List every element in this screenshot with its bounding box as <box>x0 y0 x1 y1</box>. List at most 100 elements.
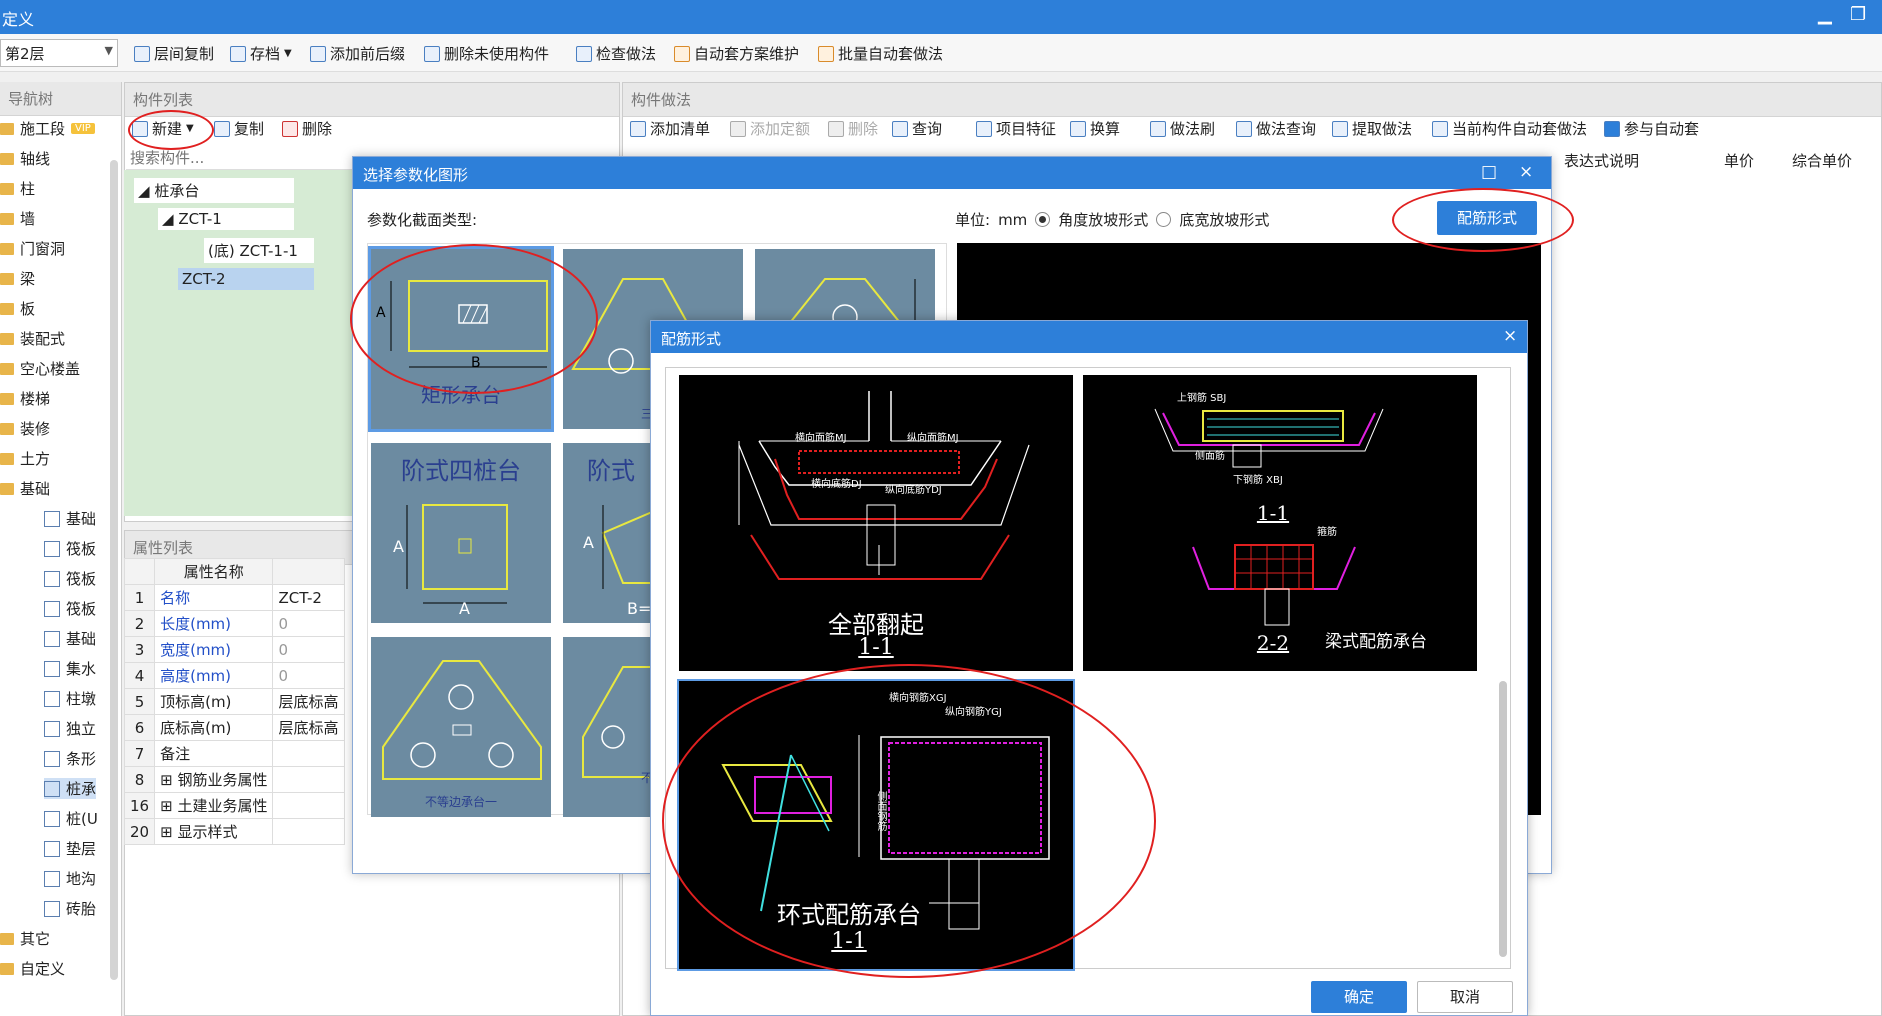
delete-button[interactable]: 删除 <box>828 118 878 139</box>
floor-select[interactable]: 第2层 ▼ <box>0 39 118 67</box>
item-feature-button[interactable]: 项目特征 <box>976 118 1056 139</box>
nav-sub-item-12[interactable]: 地沟 <box>44 868 96 889</box>
nav-item-7[interactable]: 装配式 <box>0 328 65 349</box>
nav-scrollbar[interactable] <box>110 160 118 980</box>
component-search-input[interactable] <box>126 146 356 170</box>
minimize-button[interactable]: ▁ <box>1818 4 1832 25</box>
nav-item-5[interactable]: 梁 <box>0 268 35 289</box>
property-row[interactable]: 3 宽度(mm) 0 <box>123 636 346 663</box>
nav-tail-item-1[interactable]: 自定义 <box>0 958 65 979</box>
tree-node-zct1[interactable]: ◢ ZCT-1 <box>158 208 294 230</box>
width-slope-radio[interactable] <box>1156 212 1172 227</box>
nav-sub-item-4[interactable]: 基础 <box>44 628 96 649</box>
parametric-dialog-header: 选择参数化图形 □ × <box>353 157 1551 189</box>
folder-icon <box>0 482 14 495</box>
tree-node-zct2[interactable]: ZCT-2 <box>178 268 314 290</box>
nav-item-2[interactable]: 柱 <box>0 178 35 199</box>
nav-sub-item-1[interactable]: 筏板 <box>44 538 96 559</box>
nav-item-10[interactable]: 装修 <box>0 418 50 439</box>
current-auto-button[interactable]: 当前构件自动套做法 <box>1432 118 1587 139</box>
nav-sub-item-9[interactable]: 桩承 <box>44 778 97 799</box>
nav-sub-item-7[interactable]: 独立 <box>44 718 96 739</box>
label-stirrup: 箍筋 <box>1317 527 1337 538</box>
nav-sub-item-3[interactable]: 筏板 <box>44 598 96 619</box>
col-composite-price: 综合单价 <box>1792 152 1853 170</box>
property-row[interactable]: 1 名称 ZCT-2 <box>123 584 346 611</box>
thumb-rect-cap[interactable]: A B 矩形承台 <box>368 246 554 432</box>
add-prefix-suffix-button[interactable]: 添加前后缀 <box>310 43 405 64</box>
property-row[interactable]: 6 底标高(m) 层底标高 <box>123 714 346 741</box>
add-quota-button[interactable]: 添加定额 <box>730 118 810 139</box>
property-row[interactable]: 16 ⊞ 土建业务属性 <box>123 792 346 819</box>
thumb-irregular-cap[interactable]: 不等边承台一 <box>371 637 551 817</box>
tree-node-zct1-1[interactable]: (底) ZCT-1-1 <box>204 238 314 263</box>
nav-tail-item-0[interactable]: 其它 <box>0 928 50 949</box>
batch-auto-button[interactable]: 批量自动套做法 <box>818 43 943 64</box>
expand-icon[interactable]: ⊞ <box>160 771 177 789</box>
component-icon <box>44 570 60 587</box>
nav-item-1[interactable]: 轴线 <box>0 148 50 169</box>
nav-sub-item-10[interactable]: 桩(U <box>44 808 98 829</box>
nav-sub-item-6[interactable]: 柱墩 <box>44 688 96 709</box>
copy-component-button[interactable]: 复制 <box>214 118 264 139</box>
thumb-caption: 不等边承台一 <box>424 795 497 809</box>
vertical-scrollbar[interactable] <box>1499 681 1507 957</box>
query-button[interactable]: 查询 <box>892 118 942 139</box>
method-brush-icon <box>1150 120 1166 137</box>
component-tree: ◢ 桩承台 ◢ ZCT-1 (底) ZCT-1-1 ZCT-2 <box>124 170 354 516</box>
close-icon[interactable]: × <box>1503 326 1517 346</box>
property-row[interactable]: 2 长度(mm) 0 <box>123 610 346 637</box>
nav-item-6[interactable]: 板 <box>0 298 35 319</box>
window-title: 定义 <box>2 10 35 29</box>
nav-sub-item-5[interactable]: 集水 <box>44 658 96 679</box>
expand-icon[interactable]: ⊞ <box>160 823 177 841</box>
method-query-button[interactable]: 做法查询 <box>1236 118 1316 139</box>
nav-item-3[interactable]: 墙 <box>0 208 35 229</box>
property-row[interactable]: 8 ⊞ 钢筋业务属性 <box>123 766 346 793</box>
nav-item-11[interactable]: 土方 <box>0 448 50 469</box>
property-row[interactable]: 5 顶标高(m) 层底标高 <box>123 688 346 715</box>
delete-component-button[interactable]: 删除 <box>282 118 332 139</box>
property-row[interactable]: 7 备注 <box>123 740 346 767</box>
nav-sub-item-11[interactable]: 垫层 <box>44 838 96 859</box>
nav-sub-item-8[interactable]: 条形 <box>44 748 96 769</box>
extract-method-button[interactable]: 提取做法 <box>1332 118 1412 139</box>
dim-b: B <box>471 355 481 371</box>
close-icon[interactable]: × <box>1519 162 1533 182</box>
nav-sub-item-2[interactable]: 筏板 <box>44 568 96 589</box>
thumb-stepped-four-pile[interactable]: 阶式四桩台 A A <box>371 443 551 623</box>
convert-button[interactable]: 换算 <box>1070 118 1120 139</box>
restore-button[interactable]: ❐ <box>1850 4 1866 25</box>
rebar-form-button[interactable]: 配筋形式 <box>1437 201 1537 235</box>
expand-icon[interactable]: ⊞ <box>160 797 177 815</box>
property-row[interactable]: 20 ⊞ 显示样式 <box>123 818 346 845</box>
tree-node-pile-cap[interactable]: ◢ 桩承台 <box>134 178 294 203</box>
method-query-icon <box>1236 120 1252 137</box>
angle-slope-radio[interactable] <box>1035 212 1051 227</box>
new-component-button[interactable]: 新建 ▼ <box>132 118 194 139</box>
floor-copy-button[interactable]: 层间复制 <box>134 43 214 64</box>
ok-button[interactable]: 确定 <box>1311 981 1407 1013</box>
delete-unused-button[interactable]: 删除未使用构件 <box>424 43 549 64</box>
nav-item-9[interactable]: 楼梯 <box>0 388 50 409</box>
nav-sub-item-13[interactable]: 砖胎 <box>44 898 96 919</box>
property-row[interactable]: 4 高度(mm) 0 <box>123 662 346 689</box>
nav-item-0[interactable]: 施工段 VIP <box>0 118 95 139</box>
cancel-button[interactable]: 取消 <box>1417 981 1513 1013</box>
nav-item-4[interactable]: 门窗洞 <box>0 238 65 259</box>
check-method-button[interactable]: 检查做法 <box>576 43 656 64</box>
join-auto-button[interactable]: 参与自动套 <box>1604 118 1699 139</box>
auto-scheme-button[interactable]: 自动套方案维护 <box>674 43 799 64</box>
add-list-button[interactable]: 添加清单 <box>630 118 710 139</box>
rebar-option-ring[interactable]: 横向钢筋XGJ 纵向钢筋YGJ 侧面钢筋 环式配筋承台 1-1 <box>677 679 1075 971</box>
archive-button[interactable]: 存档 ▼ <box>230 43 292 64</box>
rebar-option-full-flip[interactable]: 横向面筋MJ 纵向面筋MJ 横向底筋DJ 纵向底筋YDJ 全部翻起 1-1 <box>679 375 1073 671</box>
maximize-icon[interactable]: □ <box>1481 162 1497 182</box>
nav-item-8[interactable]: 空心楼盖 <box>0 358 80 379</box>
checkbox-checked-icon <box>1604 120 1620 137</box>
nav-item-12[interactable]: 基础 <box>0 478 50 499</box>
nav-sub-item-0[interactable]: 基础 <box>44 508 96 529</box>
window-titlebar: 定义 ▁ ❐ <box>0 0 1882 34</box>
rebar-option-beam[interactable]: 上钢筋 SBJ 侧面筋 下钢筋 XBJ 箍筋 1-1 2-2 梁式配筋承台 <box>1083 375 1477 671</box>
method-brush-button[interactable]: 做法刷 <box>1150 118 1215 139</box>
